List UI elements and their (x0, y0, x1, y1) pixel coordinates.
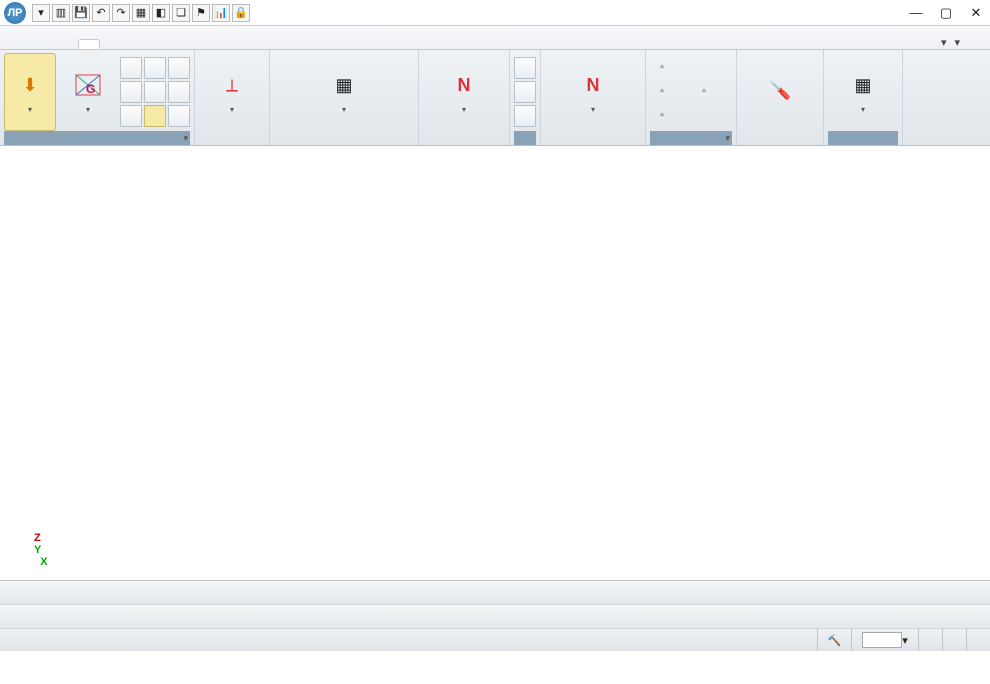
status-bar: 🔨 ▾ (0, 629, 990, 651)
maximize-button[interactable]: ▢ (936, 4, 956, 22)
panel-stress-plate: ▦ ▾ (270, 50, 419, 145)
qat-pack-icon[interactable]: ▦ (132, 4, 150, 22)
load-combo[interactable]: ▾ (851, 629, 918, 651)
arrow-down-icon: ⬇ (14, 69, 46, 101)
qat-open-icon[interactable]: ▥ (52, 4, 70, 22)
rx-icon: ▫ (696, 84, 712, 100)
title-bar: ЛР ▾ ▥ 💾 ↶ ↷ ▦ ◧ ❏ ⚑ 📊 🔒 — ▢ ✕ (0, 0, 990, 26)
nl-ei[interactable]: ▫ (654, 57, 690, 79)
dir-w[interactable] (168, 57, 190, 79)
close-button[interactable]: ✕ (966, 4, 986, 22)
nl-blank[interactable]: ▫ (654, 105, 690, 127)
tab-concrete[interactable] (128, 41, 148, 49)
tools-icon: 🪛 (764, 75, 796, 107)
tab-metal[interactable] (152, 41, 172, 49)
forces-rod-button[interactable]: ⟂ ▾ (199, 53, 265, 131)
blank-icon: ▫ (654, 108, 670, 124)
qat-redo-icon[interactable]: ↷ (112, 4, 130, 22)
panel-doc-label (828, 131, 898, 145)
forces-spec-button[interactable]: N ▾ (423, 53, 505, 131)
qat-new-icon[interactable]: ▾ (32, 4, 50, 22)
qat-undo-icon[interactable]: ↶ (92, 4, 110, 22)
window-menu[interactable]: ▾ (952, 36, 960, 49)
tab-extended-edit[interactable] (30, 41, 50, 49)
dir-z[interactable] (144, 105, 166, 127)
rod-icon: ⟂ (216, 69, 248, 101)
table-icon: ▦ (847, 69, 879, 101)
doc-button[interactable]: ▦ ▾ (828, 53, 898, 131)
dir-uz[interactable] (168, 105, 190, 127)
panel-nonlinear: ▫ ▫ ▫ ▫ ▾ (646, 50, 737, 145)
tab-calc[interactable] (54, 41, 74, 49)
forces-node-button[interactable]: N ▾ (545, 53, 641, 131)
qat-flag-icon[interactable]: ⚑ (192, 4, 210, 22)
panel-forces-rod: ⟂ ▾ (195, 50, 270, 145)
tab-extended-analysis[interactable] (104, 41, 124, 49)
nds-schemes-button[interactable]: ⬇ ▾ (4, 53, 56, 131)
ribbon: ⬇ ▾ G ▾ ▾ (0, 50, 990, 146)
minimize-button[interactable]: — (906, 4, 926, 22)
panel-forces-spec: N ▾ (419, 50, 510, 145)
qat-chart-icon[interactable]: 📊 (212, 4, 230, 22)
hammer-icon: 🔨 (817, 629, 852, 651)
style-menu[interactable]: ▾ (939, 36, 947, 49)
panel-nonlinear-label: ▾ (650, 131, 732, 145)
stress-plate-button[interactable]: ▦ ▾ (274, 53, 414, 131)
direction-grid (120, 57, 190, 127)
dir-uy[interactable] (168, 81, 190, 103)
app-logo[interactable]: ЛР (4, 2, 26, 24)
tab-brick[interactable] (176, 41, 196, 49)
window-controls: — ▢ ✕ (906, 4, 986, 22)
mosaic-isofields-button[interactable]: G ▾ (58, 53, 118, 131)
ribbon-tabs: ▾ ▾ (0, 26, 990, 50)
dir-x[interactable] (120, 57, 142, 79)
toolbar-row-2 (0, 605, 990, 629)
viewport-3d[interactable]: ZY X (0, 150, 990, 580)
tools-button[interactable]: 🪛 (741, 53, 819, 131)
panel-joint (510, 50, 541, 145)
spec-n-icon: N (448, 69, 480, 101)
nl-rx[interactable]: ▫ (696, 81, 732, 103)
dir-g[interactable] (120, 81, 142, 103)
model-mesh (0, 150, 980, 580)
ei-icon: ▫ (654, 60, 670, 76)
panel-tools: 🪛 (737, 50, 824, 145)
tab-create[interactable] (6, 41, 26, 49)
toolbar-row-1 (0, 581, 990, 605)
dir-y[interactable] (144, 81, 166, 103)
dir-phi[interactable] (120, 105, 142, 127)
joint-qz[interactable] (514, 81, 536, 103)
qat-3d-icon[interactable]: ◧ (152, 4, 170, 22)
panel-joint-label (514, 131, 536, 145)
bottom-toolbars: 🔨 ▾ (0, 580, 990, 651)
node-n-icon: N (577, 69, 609, 101)
panel-deformations: ⬇ ▾ G ▾ ▾ (0, 50, 195, 145)
nl-ef[interactable]: ▫ (654, 81, 690, 103)
quick-access-toolbar: ▾ ▥ 💾 ↶ ↷ ▦ ◧ ❏ ⚑ 📊 🔒 (32, 4, 250, 22)
mosaic-icon: G (72, 69, 104, 101)
panel-doc: ▦ ▾ (824, 50, 903, 145)
joint-mz[interactable] (514, 105, 536, 127)
plate-icon: ▦ (328, 69, 360, 101)
ef-icon: ▫ (654, 84, 670, 100)
svg-text:G: G (86, 82, 95, 96)
dir-ux[interactable] (144, 57, 166, 79)
panel-deformations-label: ▾ (4, 131, 190, 145)
qat-save-icon[interactable]: 💾 (72, 4, 90, 22)
tab-analysis[interactable] (78, 39, 100, 49)
panel-forces-node: N ▾ (541, 50, 646, 145)
qat-layers-icon[interactable]: ❏ (172, 4, 190, 22)
joint-ny[interactable] (514, 57, 536, 79)
qat-lock-icon[interactable]: 🔒 (232, 4, 250, 22)
